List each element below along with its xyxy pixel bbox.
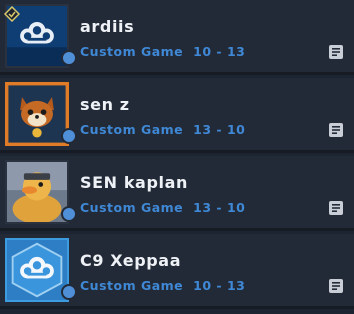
game-mode: Custom Game [80,122,184,137]
note-icon[interactable] [328,278,344,294]
fox-mascot-icon [5,82,69,146]
friend-row-sen-z[interactable]: sen z Custom Game 13 - 10 [0,78,354,153]
note-icon[interactable] [328,44,344,60]
game-mode: Custom Game [80,278,184,293]
match-score: 13 - 10 [193,122,246,137]
rank-diamond-icon [4,6,20,22]
game-mode: Custom Game [80,200,184,215]
friend-status: Custom Game 10 - 13 [80,278,245,293]
friend-status: Custom Game 10 - 13 [80,44,245,59]
friend-status: Custom Game 13 - 10 [80,122,245,137]
note-icon[interactable] [328,122,344,138]
match-score: 13 - 10 [193,200,246,215]
friend-name: sen z [80,95,130,114]
note-icon[interactable] [328,200,344,216]
friend-name: C9 Xeppaa [80,251,182,270]
friend-row-c9-xeppaa[interactable]: C9 Xeppaa Custom Game 10 - 13 [0,234,354,309]
online-status-dot [61,128,77,144]
online-status-dot [61,284,77,300]
friend-name: SEN kaplan [80,173,188,192]
friend-row-sen-kaplan[interactable]: SEN kaplan Custom Game 13 - 10 [0,156,354,231]
game-mode: Custom Game [80,44,184,59]
friends-list: ardiis Custom Game 10 - 13 sen z Custom … [0,0,354,314]
friend-row-ardiis[interactable]: ardiis Custom Game 10 - 13 [0,0,354,75]
friend-name: ardiis [80,17,135,36]
friend-status: Custom Game 13 - 10 [80,200,245,215]
online-status-dot [61,50,77,66]
duck-mascot-icon [5,160,69,224]
match-score: 10 - 13 [193,278,246,293]
online-status-dot [61,206,77,222]
match-score: 10 - 13 [193,44,246,59]
cloud9-icon [5,238,69,302]
